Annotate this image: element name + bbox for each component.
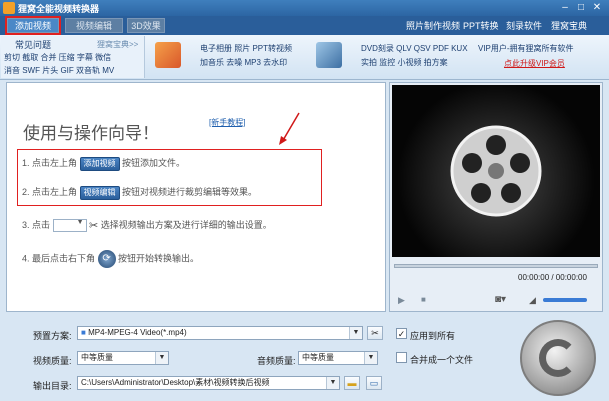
baodian-label[interactable]: 狸窝宝典>> bbox=[97, 39, 138, 50]
output-dir-value: C:\Users\Administrator\Desktop\素材\视频转换后视… bbox=[81, 378, 270, 387]
preview-panel: 00:00:00 / 00:00:00 ▶ ■ ◙▾ ◢ bbox=[389, 82, 603, 312]
top-link-burn[interactable]: 刻录软件 bbox=[506, 19, 542, 32]
faq-label[interactable]: 常见问题 bbox=[15, 38, 51, 51]
play-icon[interactable]: ▶ bbox=[398, 295, 405, 306]
step-2-prefix: 2. 点击左上角 bbox=[22, 187, 78, 197]
audio-quality-value: 中等质量 bbox=[302, 353, 334, 362]
chevron-down-icon: ▼ bbox=[364, 352, 377, 364]
guide-panel: 使用与操作向导！ [新手教程] 1. 点击左上角 添加视频 按钮添加文件。 2.… bbox=[6, 82, 386, 312]
video-quality-select[interactable]: 中等质量 ▼ bbox=[77, 351, 169, 365]
merge-checkbox[interactable] bbox=[396, 352, 407, 363]
ppt-line-1[interactable]: 电子相册 照片 PPT转视频 bbox=[200, 43, 292, 54]
step-1-suffix: 按钮添加文件。 bbox=[122, 158, 186, 168]
step-3-prefix: 3. 点击 bbox=[22, 220, 51, 230]
top-link-ppt[interactable]: PPT转换 bbox=[463, 19, 499, 32]
step-1-prefix: 1. 点击左上角 bbox=[22, 158, 78, 168]
minimize-icon[interactable]: ‒ bbox=[557, 1, 573, 14]
video-preview-area bbox=[392, 85, 600, 257]
volume-slider[interactable] bbox=[543, 298, 587, 302]
tab-add-video[interactable]: 添加视频 bbox=[5, 16, 61, 35]
snapshot-icon[interactable]: ◙▾ bbox=[495, 294, 506, 305]
maximize-icon[interactable]: □ bbox=[573, 1, 589, 14]
vip-upgrade-link[interactable]: 点此升级VIP会员 bbox=[504, 58, 565, 69]
window-title: 狸窝全能视频转换器 bbox=[18, 4, 100, 14]
dvd-line-1[interactable]: DVD刻录 QLV QSV PDF KUX bbox=[361, 43, 468, 54]
dvd-icon[interactable] bbox=[316, 42, 342, 68]
preset-settings-button[interactable]: ✂ bbox=[367, 326, 383, 340]
faq-line-2[interactable]: 消音 SWF 片头 GIF 双音轨 MV bbox=[4, 65, 114, 76]
red-arrow-icon bbox=[279, 112, 300, 145]
folder-icon[interactable]: ▬ bbox=[344, 376, 360, 390]
app-logo-icon bbox=[3, 2, 15, 14]
ppt-icon[interactable] bbox=[155, 42, 181, 68]
step-1-add-video-button[interactable]: 添加视频 bbox=[79, 156, 120, 171]
output-dir-select[interactable]: C:\Users\Administrator\Desktop\素材\视频转换后视… bbox=[77, 376, 340, 390]
dvd-line-2[interactable]: 实拍 监控 小视频 拍方案 bbox=[361, 57, 448, 68]
convert-icon bbox=[539, 339, 577, 377]
tab-bar: 添加视频 视频编辑 3D效果 照片制作视频 PPT转换 刻录软件 狸窝宝典 bbox=[0, 16, 609, 35]
step-2-suffix: 按钮对视频进行裁剪编辑等效果。 bbox=[122, 187, 258, 197]
faq-panel: 常见问题 狸窝宝典>> 剪切 截取 合并 压缩 字幕 微信 消音 SWF 片头 … bbox=[1, 36, 145, 78]
step-2-video-edit-button[interactable]: 视频编辑 bbox=[79, 185, 120, 200]
step-3-preset-dropdown-icon[interactable]: ▼ bbox=[52, 219, 87, 233]
video-quality-value: 中等质量 bbox=[81, 353, 113, 362]
top-link-baodian[interactable]: 狸窝宝典 bbox=[551, 19, 587, 32]
vip-line: VIP用户-拥有狸窝所有软件 bbox=[478, 44, 574, 53]
step-1: 1. 点击左上角 添加视频 按钮添加文件。 bbox=[22, 156, 185, 171]
step-4-convert-icon[interactable]: ⟳ bbox=[97, 250, 116, 268]
output-dir-label: 输出目录: bbox=[33, 381, 72, 391]
convert-button[interactable] bbox=[520, 320, 596, 396]
new-tutorial-link[interactable]: [新手教程] bbox=[209, 117, 245, 128]
preset-label: 预置方案: bbox=[33, 331, 72, 341]
step-3: 3. 点击 ▼ ✂ 选择视频输出方案及进行详细的输出设置。 bbox=[22, 218, 272, 233]
step-4: 4. 最后点击右下角 ⟳ 按钮开始转换输出。 bbox=[22, 250, 199, 268]
feature-bar: 常见问题 狸窝宝典>> 剪切 截取 合并 压缩 字幕 微信 消音 SWF 片头 … bbox=[0, 35, 609, 80]
mp4-format-icon: ■ bbox=[81, 328, 86, 337]
apply-all-checkbox[interactable]: ✓ bbox=[396, 328, 407, 339]
seek-bar[interactable] bbox=[394, 264, 598, 268]
step-3-settings-icon[interactable]: ✂ bbox=[89, 219, 98, 232]
merge-label: 合并成一个文件 bbox=[410, 355, 474, 365]
chevron-down-icon: ▼ bbox=[349, 327, 362, 339]
faq-line-1[interactable]: 剪切 截取 合并 压缩 字幕 微信 bbox=[4, 52, 111, 63]
title-bar: 狸窝全能视频转换器 ‒ □ ✕ bbox=[0, 0, 609, 16]
guide-heading: 使用与操作向导！ bbox=[23, 124, 159, 143]
time-display: 00:00:00 / 00:00:00 bbox=[518, 273, 587, 282]
tab-video-edit[interactable]: 视频编辑 bbox=[65, 18, 123, 33]
preset-select[interactable]: ■ MP4-MPEG-4 Video(*.mp4) ▼ bbox=[77, 326, 363, 340]
close-icon[interactable]: ✕ bbox=[589, 1, 605, 14]
audio-quality-select[interactable]: 中等质量 ▼ bbox=[298, 351, 378, 365]
tab-3d-effect[interactable]: 3D效果 bbox=[127, 18, 165, 33]
film-reel-icon bbox=[450, 125, 542, 217]
top-link-photo-video[interactable]: 照片制作视频 bbox=[406, 19, 460, 32]
volume-icon[interactable]: ◢ bbox=[529, 295, 536, 306]
ppt-line-2[interactable]: 加音乐 去噪 MP3 去水印 bbox=[200, 57, 287, 68]
step-2: 2. 点击左上角 视频编辑 按钮对视频进行裁剪编辑等效果。 bbox=[22, 185, 257, 200]
chevron-down-icon: ▼ bbox=[326, 377, 339, 389]
audio-quality-label: 音频质量: bbox=[257, 356, 296, 366]
open-folder-icon[interactable]: ▭ bbox=[366, 376, 382, 390]
step-4-suffix: 按钮开始转换输出。 bbox=[118, 253, 200, 264]
chevron-down-icon: ▼ bbox=[155, 352, 168, 364]
step-3-suffix: 选择视频输出方案及进行详细的输出设置。 bbox=[100, 220, 272, 230]
step-4-prefix: 4. 最后点击右下角 bbox=[22, 253, 96, 264]
video-quality-label: 视频质量: bbox=[33, 356, 72, 366]
apply-all-label: 应用到所有 bbox=[410, 331, 456, 341]
stop-icon[interactable]: ■ bbox=[421, 295, 426, 304]
preset-value: MP4-MPEG-4 Video(*.mp4) bbox=[88, 328, 187, 337]
